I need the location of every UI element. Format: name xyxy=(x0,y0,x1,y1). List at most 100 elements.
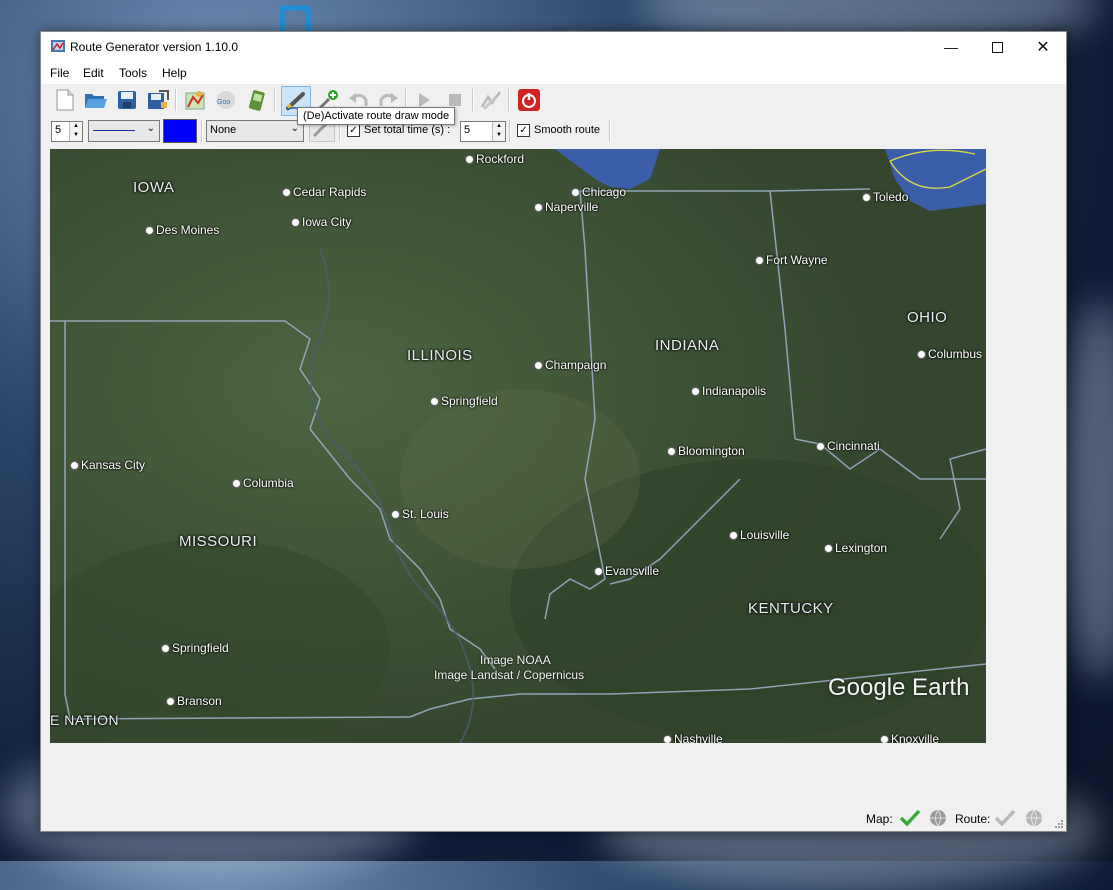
total-time-spinner[interactable]: 5 ▲ ▼ xyxy=(460,121,506,142)
open-button[interactable] xyxy=(84,88,108,112)
toolbar-separator xyxy=(508,89,510,111)
city-marker[interactable]: Kansas City xyxy=(70,458,145,472)
toolbar-separator xyxy=(274,89,276,111)
menu-file[interactable]: File xyxy=(50,66,69,80)
state-label: OHIO xyxy=(907,309,948,326)
state-label: KENTUCKY xyxy=(748,600,834,617)
gps-device-button[interactable] xyxy=(245,88,269,112)
city-dot-icon xyxy=(862,192,871,202)
line-color-button[interactable] xyxy=(163,119,197,143)
city-marker[interactable]: Lexington xyxy=(824,541,887,555)
city-marker[interactable]: Chicago xyxy=(571,185,626,199)
power-icon xyxy=(518,89,540,111)
city-dot-icon xyxy=(232,478,241,488)
close-icon: ✕ xyxy=(1036,39,1050,56)
maximize-button[interactable] xyxy=(974,32,1020,62)
minimize-button[interactable]: — xyxy=(928,32,974,62)
city-dot-icon xyxy=(571,187,580,197)
marker-style-dropdown[interactable]: None ⌄ xyxy=(206,120,304,142)
city-dot-icon xyxy=(282,187,291,197)
close-button[interactable]: ✕ xyxy=(1020,32,1066,62)
city-marker[interactable]: Fort Wayne xyxy=(755,253,828,267)
city-dot-icon xyxy=(166,696,175,706)
line-width-value: 5 xyxy=(55,124,62,136)
city-marker[interactable]: Bloomington xyxy=(667,444,745,458)
menu-edit[interactable]: Edit xyxy=(83,66,104,80)
checkmark-icon: ✓ xyxy=(519,125,528,136)
city-dot-icon xyxy=(729,530,738,540)
city-dot-icon xyxy=(145,225,154,235)
toolbar-separator xyxy=(175,89,177,111)
city-marker[interactable]: Nashville xyxy=(663,732,723,743)
city-marker[interactable]: Springfield xyxy=(161,641,229,655)
set-total-time-checkbox[interactable]: ✓ xyxy=(347,124,360,137)
map-ok-checkmark-icon xyxy=(899,809,921,827)
menu-bar: File Edit Tools Help xyxy=(41,62,1066,84)
city-dot-icon xyxy=(534,360,543,370)
spinner-arrows-icon: ▲ ▼ xyxy=(69,122,82,141)
city-marker[interactable]: St. Louis xyxy=(391,507,449,521)
imagery-attribution: Image NOAA xyxy=(480,653,551,667)
city-marker[interactable]: Knoxville xyxy=(880,732,939,743)
line-width-spinner[interactable]: 5 ▲ ▼ xyxy=(51,121,83,142)
city-marker[interactable]: Louisville xyxy=(729,528,789,542)
minimize-icon: — xyxy=(944,39,958,55)
toolbar-separator xyxy=(472,89,474,111)
checkmark-icon: ✓ xyxy=(349,125,358,136)
options-bar: 5 ▲ ▼ ⌄ None ⌄ ✓ Set total time (s) : 5 ▲… xyxy=(41,118,1066,146)
menu-help[interactable]: Help xyxy=(162,66,187,80)
route-draw-tooltip: (De)Activate route draw mode xyxy=(297,107,456,125)
city-dot-icon xyxy=(534,202,543,212)
city-marker[interactable]: Springfield xyxy=(430,394,498,408)
save-as-icon xyxy=(148,90,169,109)
power-button[interactable] xyxy=(517,88,541,112)
map-pin-button[interactable] xyxy=(183,88,207,112)
app-icon xyxy=(51,40,65,52)
line-style-dropdown[interactable]: ⌄ xyxy=(88,120,160,142)
route-globe-icon[interactable] xyxy=(1025,809,1043,827)
map-globe-icon[interactable] xyxy=(929,809,947,827)
city-marker[interactable]: Evansville xyxy=(594,564,659,578)
google-earth-button[interactable]: Goo xyxy=(214,88,238,112)
city-marker[interactable]: Columbus xyxy=(917,347,982,361)
new-file-button[interactable] xyxy=(53,88,77,112)
state-label: E NATION xyxy=(50,712,120,728)
map-view[interactable]: IOWA ILLINOIS INDIANA OHIO MISSOURI KENT… xyxy=(50,149,986,743)
line-style-preview xyxy=(93,130,135,131)
city-marker[interactable]: Des Moines xyxy=(145,223,219,237)
smooth-path-button[interactable] xyxy=(479,88,503,112)
city-dot-icon xyxy=(691,386,700,396)
save-icon xyxy=(118,91,136,109)
city-marker[interactable]: Columbia xyxy=(232,476,294,490)
city-dot-icon xyxy=(161,643,170,653)
save-as-button[interactable] xyxy=(146,88,170,112)
total-time-value: 5 xyxy=(464,124,471,136)
city-dot-icon xyxy=(880,734,889,743)
city-marker[interactable]: Branson xyxy=(166,694,222,708)
city-marker[interactable]: Naperville xyxy=(534,200,598,214)
cloud xyxy=(1060,300,1113,680)
city-marker[interactable]: Indianapolis xyxy=(691,384,766,398)
city-dot-icon xyxy=(391,509,400,519)
city-dot-icon xyxy=(430,396,439,406)
smooth-route-checkbox[interactable]: ✓ xyxy=(517,124,530,137)
city-marker[interactable]: Toledo xyxy=(862,190,908,204)
title-bar: Route Generator version 1.10.0 — ✕ xyxy=(41,32,1066,62)
city-marker[interactable]: Rockford xyxy=(465,152,524,166)
window-title: Route Generator version 1.10.0 xyxy=(70,40,239,54)
city-marker[interactable]: Champaign xyxy=(534,358,606,372)
city-marker[interactable]: Cincinnati xyxy=(816,439,880,453)
svg-text:Goo: Goo xyxy=(217,99,230,106)
resize-grip-icon[interactable] xyxy=(1053,818,1064,829)
city-dot-icon xyxy=(917,349,926,359)
menu-tools[interactable]: Tools xyxy=(119,66,147,80)
city-dot-icon xyxy=(465,154,474,164)
city-marker[interactable]: Cedar Rapids xyxy=(282,185,366,199)
spinner-arrows-icon: ▲ ▼ xyxy=(492,122,505,141)
city-marker[interactable]: Iowa City xyxy=(291,215,351,229)
gps-device-icon xyxy=(249,90,265,111)
save-button[interactable] xyxy=(115,88,139,112)
city-dot-icon xyxy=(755,255,764,265)
app-window: Route Generator version 1.10.0 — ✕ File … xyxy=(40,31,1067,832)
toolbar-separator xyxy=(509,120,511,142)
